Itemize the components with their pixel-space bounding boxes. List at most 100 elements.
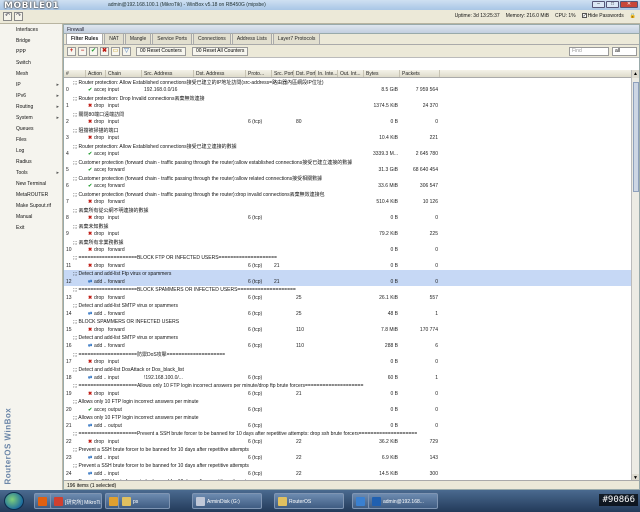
column-header[interactable]: Chain [106, 70, 142, 77]
column-header[interactable]: In. Inte... [316, 70, 338, 77]
rule-comment-row[interactable]: ;;; Customer protection (forward chain -… [64, 158, 632, 166]
rule-comment-row[interactable]: ;;; Detect and add-list SMTP virus or sp… [64, 334, 632, 342]
taskbar-item[interactable]: ArminDisk (G:) [192, 493, 262, 509]
rule-comment-row[interactable]: ;;; ====================防禦DoS攻擊=========… [64, 350, 632, 358]
reset-all-counters-button[interactable]: 00 Reset All Counters [192, 47, 249, 56]
reset-counters-button[interactable]: 00 Reset Counters [136, 47, 186, 56]
sidebar-item-files[interactable]: Files [0, 134, 62, 145]
sidebar-item-log[interactable]: Log [0, 145, 62, 156]
sidebar-item-mesh[interactable]: Mesh [0, 68, 62, 79]
vertical-scrollbar[interactable]: ▲ ▼ [631, 70, 639, 482]
table-row[interactable]: 7 ✖ drop forward 510.4 KiB 10 126 [64, 198, 632, 206]
rule-comment-row[interactable]: ;;; Router protection: Allow Established… [64, 78, 632, 86]
sidebar-item-ipv6[interactable]: IPv6 ▸ [0, 90, 62, 101]
column-header[interactable]: Packets [400, 70, 440, 77]
sidebar-item-bridge[interactable]: Bridge [0, 35, 62, 46]
rule-comment-row[interactable]: ;;; Allows only 10 FTP login incorrect a… [64, 398, 632, 406]
table-row[interactable]: 6 ✔acceptforward 33.6 MiB 306 547 [64, 182, 632, 190]
rule-comment-row[interactable]: ;;; 丟棄未知數據 [64, 222, 632, 230]
sidebar-item-ip[interactable]: IP ▸ [0, 79, 62, 90]
rule-comment-row[interactable]: ;;; 丟棄所有從公網不明連接的數據 [64, 206, 632, 214]
sidebar-item-manual[interactable]: Manual [0, 211, 62, 222]
tab-service-ports[interactable]: Service Ports [152, 33, 193, 44]
rule-comment-row[interactable]: ;;; BLOCK SPAMMERS OR INFECTED USERS [64, 318, 632, 326]
table-row[interactable]: 0 ✔acceptinput 192.168.0.0/16 8.5 GiB 7 959 … [64, 86, 632, 94]
find-scope-select[interactable]: all [612, 47, 637, 56]
rule-comment-row[interactable]: ;;; 阻擋被掃描的端口 [64, 126, 632, 134]
remove-icon[interactable]: − [78, 47, 87, 56]
redo-icon[interactable]: ↷ [14, 12, 23, 21]
rule-comment-row[interactable]: ;;; Detect and add-list SMTP virus or sp… [64, 302, 632, 310]
column-header[interactable]: Out. Int... [338, 70, 364, 77]
table-row[interactable]: 14 ⇄add ...forward 6 (tcp) 25 48 B 1 [64, 310, 632, 318]
column-header[interactable]: Bytes [364, 70, 400, 77]
rule-comment-row[interactable]: ;;; Customer protection (forward chain -… [64, 174, 632, 182]
table-row[interactable]: 15 ✖ drop forward 6 (tcp) 110 7.8 MiB 170 774 [64, 326, 632, 334]
hide-passwords-checkbox[interactable]: ✓Hide Passwords [581, 13, 624, 19]
rule-comment-row[interactable]: ;;; 關閉80端口遠端訪問 [64, 110, 632, 118]
table-row[interactable]: 11 ✖ drop forward 6 (tcp) 21 0 B 0 [64, 262, 632, 270]
rule-comment-row[interactable]: ;;; ====================Allows only 10 F… [64, 382, 632, 390]
rule-comment-row[interactable]: ;;; Allows only 10 FTP login incorrect a… [64, 414, 632, 422]
sidebar-item-interfaces[interactable]: Interfaces [0, 24, 62, 35]
sidebar-item-system[interactable]: System ▸ [0, 112, 62, 123]
rule-comment-row[interactable]: ;;; ====================BLOCK FTP OR INF… [64, 254, 632, 262]
tab-connections[interactable]: Connections [193, 33, 231, 44]
table-row[interactable]: 17 ✖ drop input 0 B 0 [64, 358, 632, 366]
taskbar-item[interactable]: admin@192.168... [368, 493, 438, 509]
table-row[interactable]: 4 ✔acceptinput 3339.3 M... 2 645 780 [64, 150, 632, 158]
table-row[interactable]: 20 ✔acceptoutput 6 (tcp) 0 B 0 [64, 406, 632, 414]
table-row[interactable]: 18 ⇄add ...input !192.168.100.0/... 6 (tcp)… [64, 374, 632, 382]
rule-comment-row[interactable]: ;;; ====================Prevent a SSH br… [64, 430, 632, 438]
table-row[interactable]: 5 ✔acceptforward 31.3 GiB 68 640 454 [64, 166, 632, 174]
tab-address-lists[interactable]: Address Lists [231, 33, 272, 44]
column-header[interactable]: # [64, 70, 86, 77]
minimize-button[interactable]: – [592, 1, 605, 8]
sidebar-item-queues[interactable]: Queues [0, 123, 62, 134]
table-row[interactable]: 23 ⇄add ...input 6 (tcp) 22 6.9 KiB 143 [64, 454, 632, 462]
undo-icon[interactable]: ↶ [3, 12, 12, 21]
column-header[interactable]: Action [86, 70, 106, 77]
start-button[interactable] [4, 492, 24, 510]
sidebar-item-tools[interactable]: Tools ▸ [0, 167, 62, 178]
table-row[interactable]: 19 ✖ drop input 6 (tcp) 21 0 B 0 [64, 390, 632, 398]
table-row[interactable]: 21 ⇄add ...output 6 (tcp) 0 B 0 [64, 422, 632, 430]
taskbar-item[interactable]: [研究所] MikroTi... [50, 493, 102, 509]
enable-icon[interactable]: ✔ [89, 47, 98, 56]
sidebar-item-radius[interactable]: Radius [0, 156, 62, 167]
rule-comment-row[interactable]: ;;; Customer protection (forward chain -… [64, 190, 632, 198]
table-row[interactable]: 2 ✖ drop input 6 (tcp) 80 0 B 0 [64, 118, 632, 126]
close-button[interactable]: ✕ [620, 1, 638, 8]
column-header[interactable]: Src. Address [142, 70, 194, 77]
maximize-button[interactable]: □ [606, 1, 619, 8]
table-row[interactable]: 24 ⇄add ...input 6 (tcp) 22 14.5 KiB 300 [64, 470, 632, 478]
sidebar-item-metarouter[interactable]: MetaROUTER [0, 189, 62, 200]
scroll-thumb[interactable] [633, 82, 639, 192]
table-row[interactable]: 1 ✖ drop input 1374.5 KiB 24 370 [64, 102, 632, 110]
tab-mangle[interactable]: Mangle [124, 33, 152, 44]
column-header[interactable]: Dst. Address [194, 70, 246, 77]
taskbar-item[interactable]: RouterOS [274, 493, 344, 509]
column-header[interactable]: Src. Port [272, 70, 294, 77]
tab-layer7-protocols[interactable]: Layer7 Protocols [272, 33, 321, 44]
table-row[interactable]: 16 ⇄add ...forward 6 (tcp) 110 288 B 6 [64, 342, 632, 350]
sidebar-item-switch[interactable]: Switch [0, 57, 62, 68]
column-header[interactable]: Dst. Port [294, 70, 316, 77]
rule-comment-row[interactable]: ;;; ====================BLOCK SPAMMERS O… [64, 286, 632, 294]
filter-icon[interactable]: ▽ [122, 47, 131, 56]
add-icon[interactable]: + [67, 47, 76, 56]
table-row[interactable]: 22 ✖ drop input 6 (tcp) 22 36.2 KiB 729 [64, 438, 632, 446]
rule-comment-row[interactable]: ;;; Detect and add-list DosAttack or Dos… [64, 366, 632, 374]
rule-comment-row[interactable]: ;;; Router protection: Drop Invalid conn… [64, 94, 632, 102]
tab-nat[interactable]: NAT [104, 33, 124, 44]
disable-icon[interactable]: ✖ [100, 47, 109, 56]
table-row[interactable]: 12 ⇄add ...forward 6 (tcp) 21 0 B 0 [64, 278, 632, 286]
sidebar-item-exit[interactable]: Exit [0, 222, 62, 233]
rule-comment-row[interactable]: ;;; Prevent a SSH brute forcer to be ban… [64, 446, 632, 454]
sidebar-item-make-supout-rif[interactable]: Make Supout.rif [0, 200, 62, 211]
comment-icon[interactable]: ▭ [111, 47, 120, 56]
sidebar-item-ppp[interactable]: PPP [0, 46, 62, 57]
table-row[interactable]: 13 ✖ drop forward 6 (tcp) 25 26.1 KiB 557 [64, 294, 632, 302]
column-header[interactable]: Proto... [246, 70, 272, 77]
find-input[interactable]: Find [569, 47, 609, 56]
